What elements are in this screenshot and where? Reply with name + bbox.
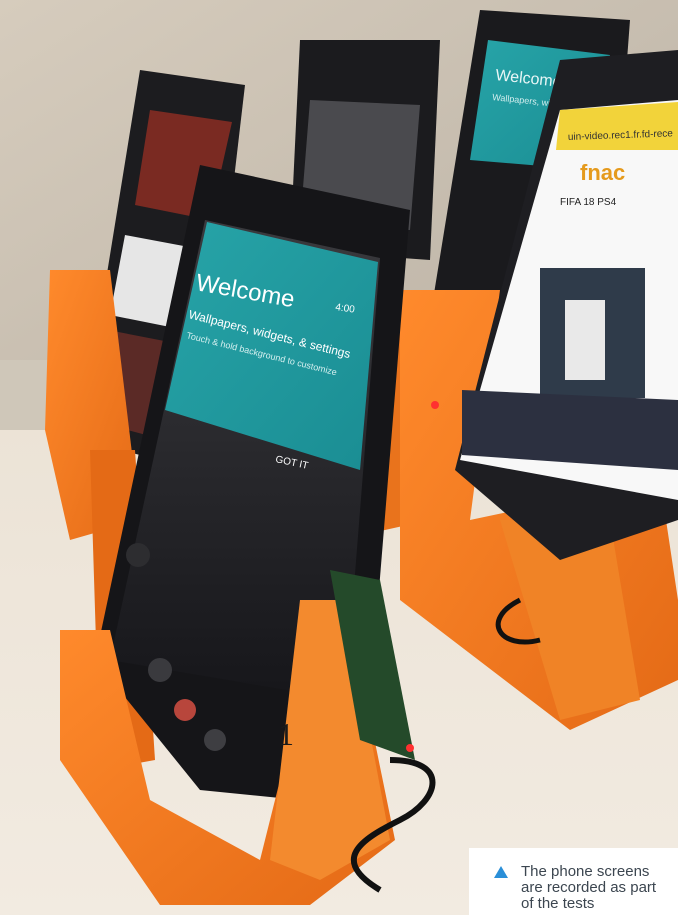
app-icon xyxy=(204,729,226,751)
product-title: FIFA 18 PS4 xyxy=(560,197,617,208)
player-figure xyxy=(565,300,605,380)
phone-test-rig-photo: Welcome Wallpapers, widgets, & settings … xyxy=(0,0,678,915)
app-icon xyxy=(126,543,150,567)
app-icon xyxy=(174,699,196,721)
triangle-up-icon xyxy=(494,866,508,878)
app-icon xyxy=(148,658,172,682)
front-stand-number: 1 xyxy=(278,716,294,752)
caption-text: The phone screens are recorded as part o… xyxy=(521,863,657,912)
fnac-logo: fnac xyxy=(580,160,625,185)
caption-box: The phone screens are recorded as part o… xyxy=(469,848,678,915)
photo-scene: Welcome Wallpapers, widgets, & settings … xyxy=(0,0,678,915)
